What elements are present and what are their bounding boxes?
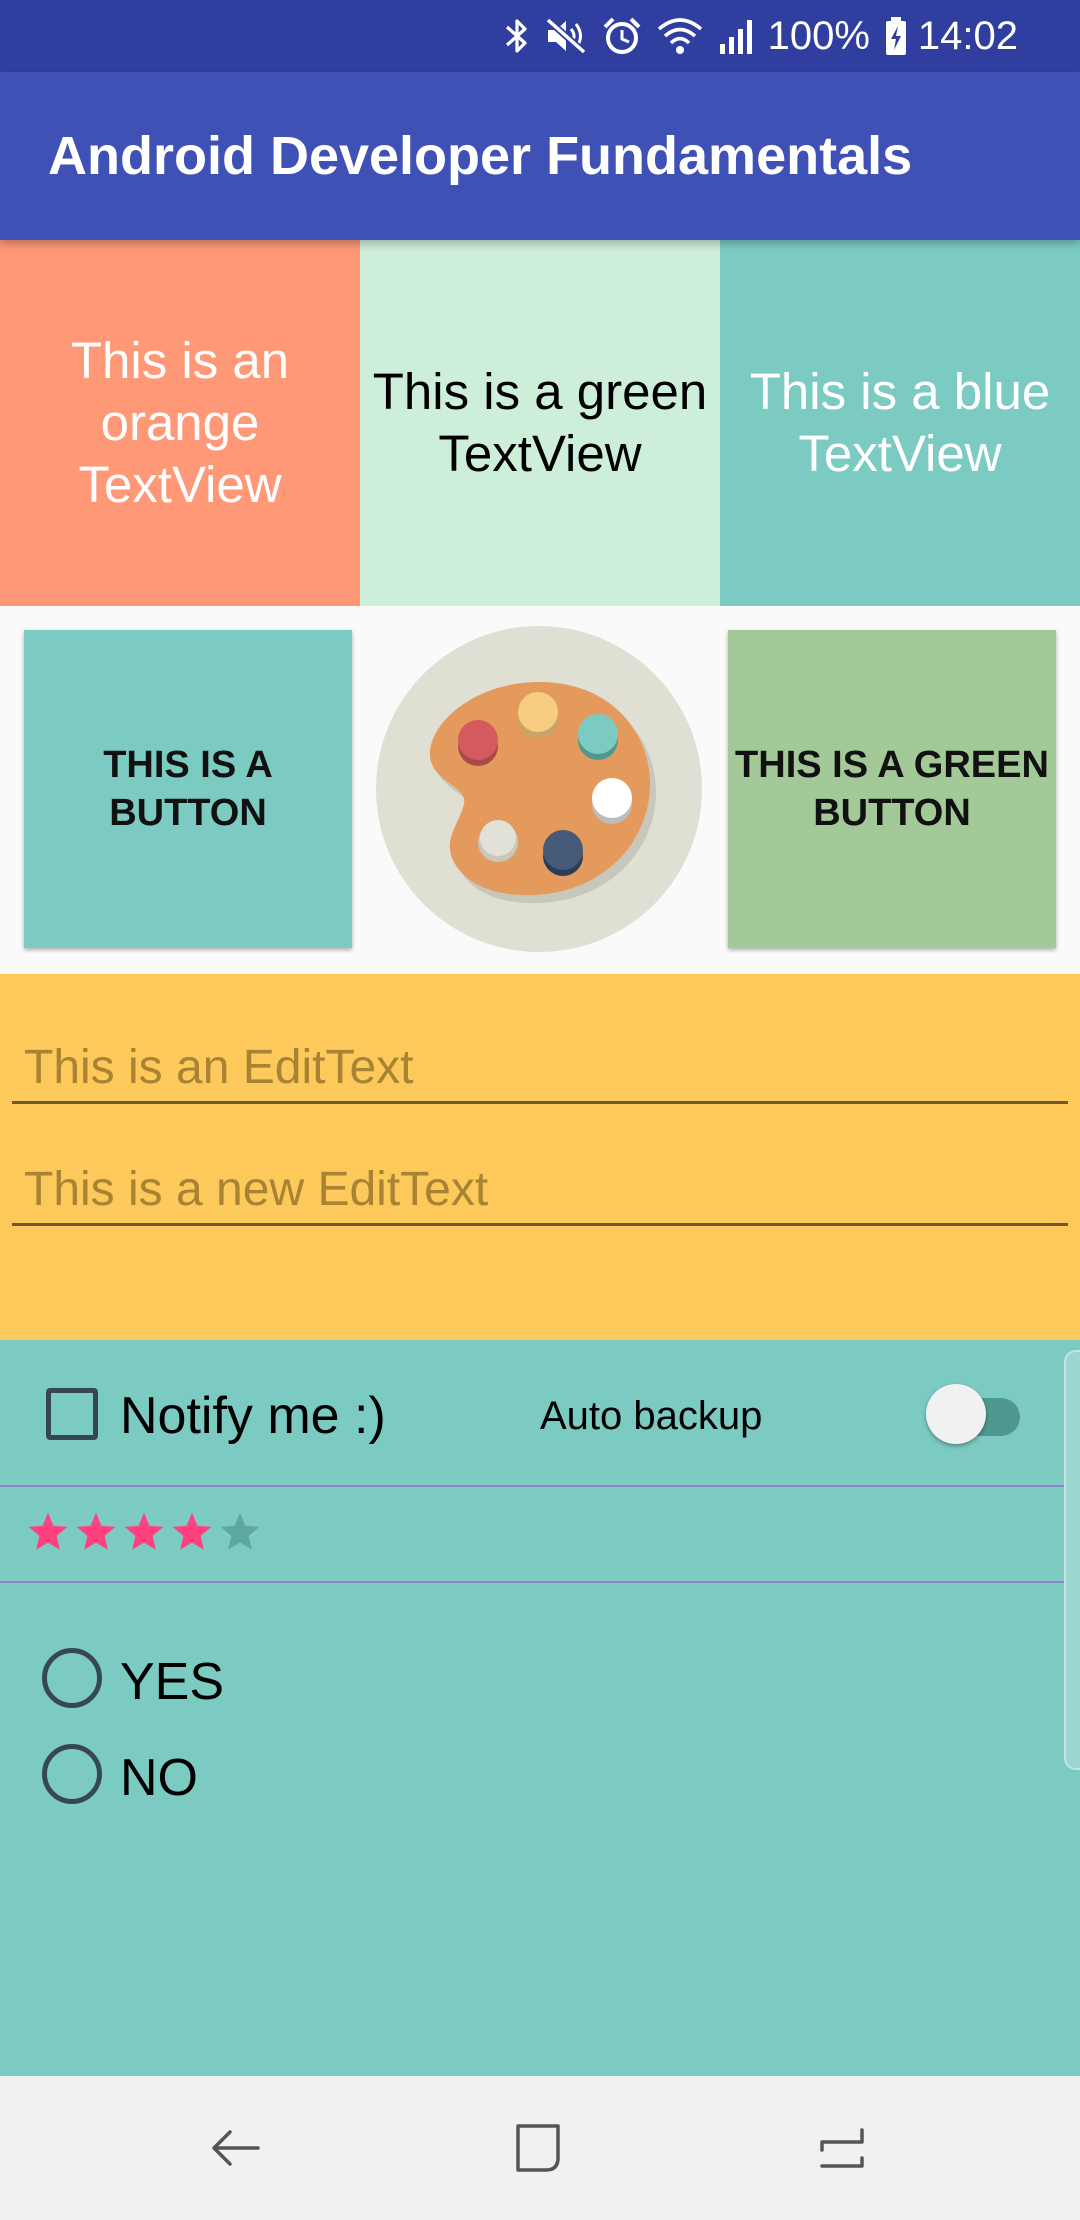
clock: 14:02 [917, 13, 1018, 58]
radio-option-no[interactable]: NO [0, 1734, 1064, 1814]
app-bar: Android Developer Fundamentals [0, 72, 1080, 240]
green-textview: This is a green TextView [360, 240, 720, 606]
wifi-icon [656, 16, 704, 56]
back-button[interactable] [194, 2106, 278, 2190]
edittext-area [0, 974, 1080, 1340]
app-title: Android Developer Fundamentals [48, 126, 913, 186]
radio-button[interactable] [42, 1648, 102, 1708]
notify-row: Notify me :) Auto backup [0, 1340, 1064, 1486]
alarm-icon [602, 16, 642, 56]
back-icon [212, 2130, 260, 2166]
auto-backup-switch-thumb[interactable] [926, 1384, 986, 1444]
battery-percent: 100% [767, 13, 870, 58]
auto-backup-label: Auto backup [540, 1394, 763, 1438]
star-icon[interactable] [26, 1510, 70, 1554]
orange-textview: This is an orange TextView [0, 240, 360, 606]
divider [0, 1581, 1080, 1583]
edge-panel-handle[interactable] [1064, 1350, 1080, 1770]
star-icon[interactable] [122, 1510, 166, 1554]
mute-icon [544, 16, 588, 56]
first-edittext[interactable] [24, 1040, 1068, 1095]
radio-label[interactable]: NO [120, 1748, 198, 1808]
notify-checkbox[interactable] [46, 1388, 98, 1440]
second-edittext[interactable] [24, 1162, 1068, 1217]
button-row: THIS IS A BUTTON THIS IS A GREEN BUTTON [0, 606, 1080, 974]
palette-icon [374, 624, 704, 954]
star-icon[interactable] [218, 1510, 262, 1554]
edittext-container [12, 1154, 1068, 1226]
rating-bar[interactable] [0, 1486, 1064, 1582]
recents-icon [820, 2128, 864, 2168]
radio-option-yes[interactable]: YES [0, 1638, 1064, 1718]
edittext-container [12, 1032, 1068, 1104]
navigation-bar [0, 2076, 1080, 2220]
home-button[interactable] [496, 2106, 580, 2190]
status-bar: 100% 14:02 [0, 0, 1080, 72]
screen: 100% 14:02 Android Developer Fundamental… [0, 0, 1080, 2220]
home-icon [516, 2124, 560, 2172]
recents-button[interactable] [800, 2106, 884, 2190]
star-icon[interactable] [170, 1510, 214, 1554]
bluetooth-icon [504, 16, 530, 56]
textview-row: This is an orange TextView This is a gre… [0, 240, 1080, 606]
teal-button[interactable]: THIS IS A BUTTON [24, 630, 352, 948]
green-button[interactable]: THIS IS A GREEN BUTTON [728, 630, 1056, 948]
radio-label[interactable]: YES [120, 1652, 224, 1712]
star-icon[interactable] [74, 1510, 118, 1554]
signal-icon [718, 16, 758, 56]
radio-button[interactable] [42, 1744, 102, 1804]
blue-textview: This is a blue TextView [720, 240, 1080, 606]
battery-icon [884, 16, 908, 56]
notify-label[interactable]: Notify me :) [120, 1386, 386, 1446]
